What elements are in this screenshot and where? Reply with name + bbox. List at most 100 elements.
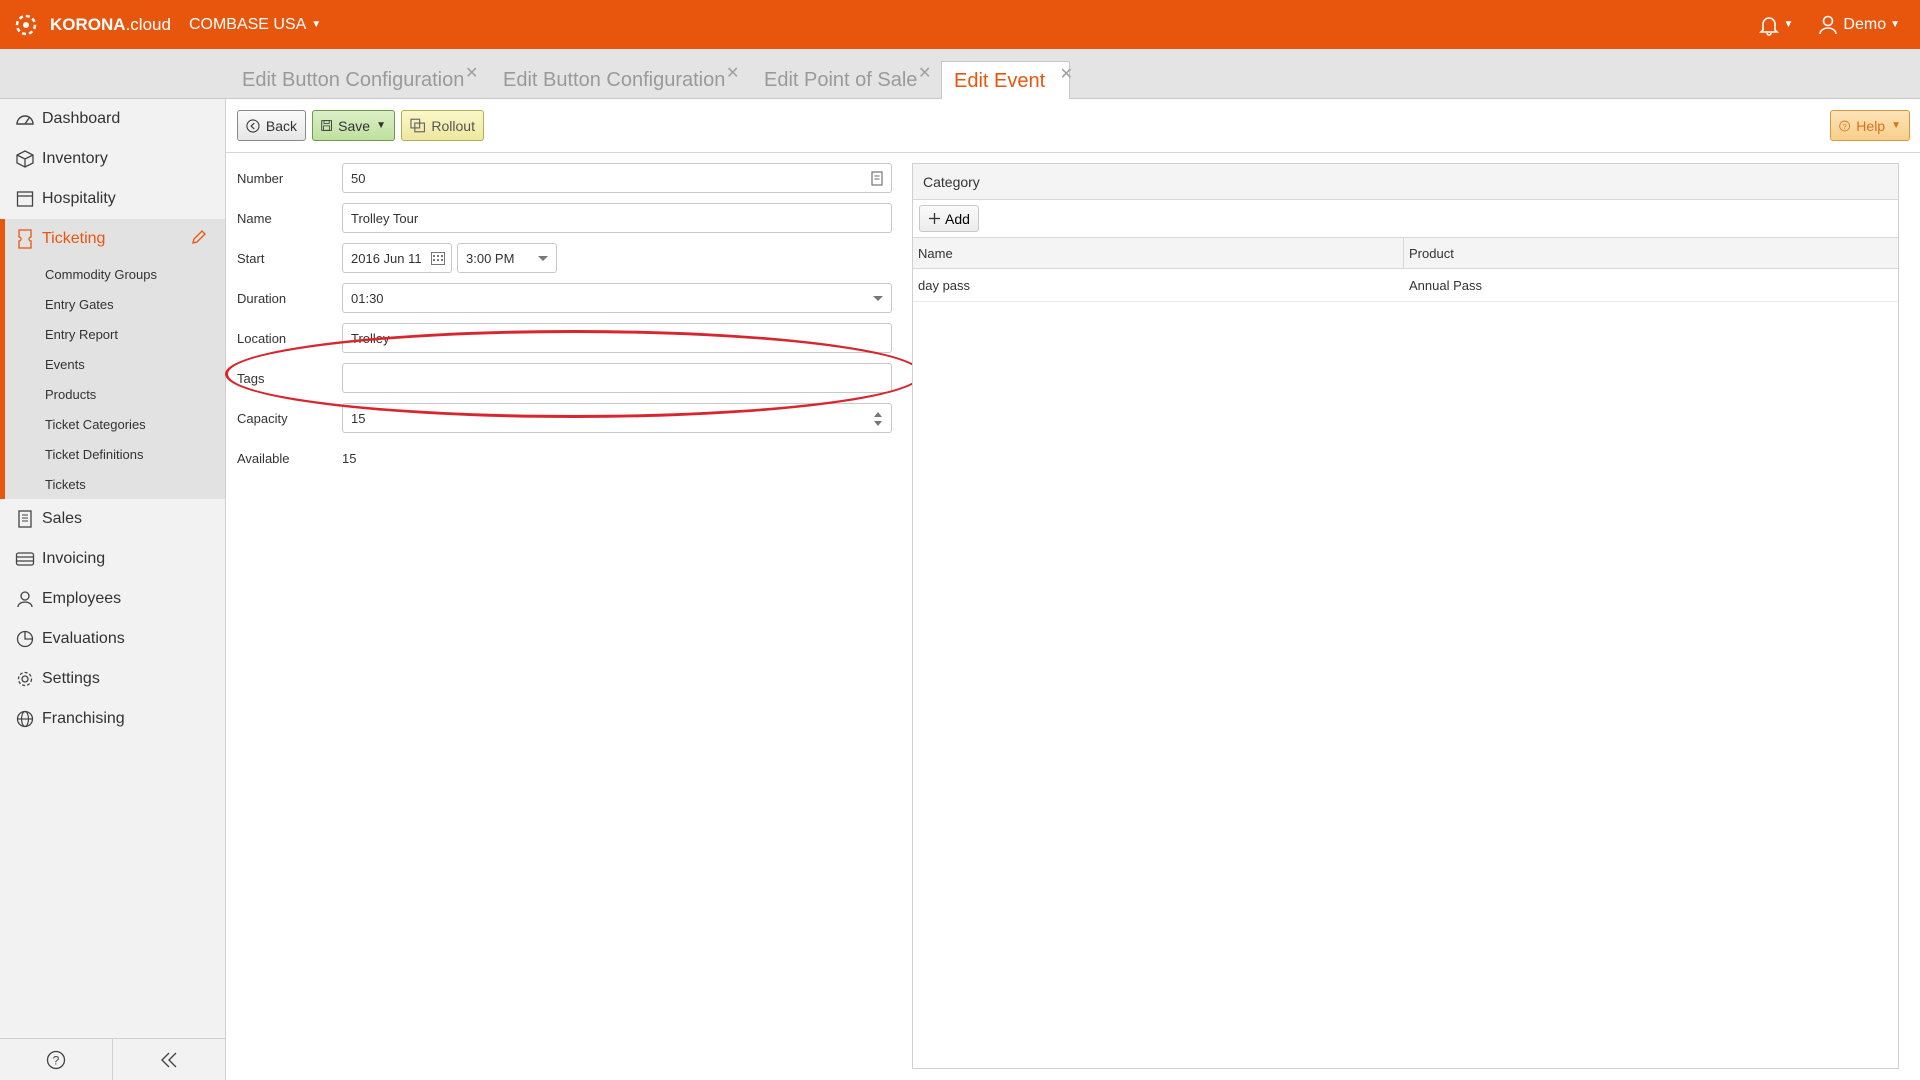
cell-product: Annual Pass <box>1409 277 1482 293</box>
close-icon[interactable]: ✕ <box>918 63 931 83</box>
capacity-value: 15 <box>351 410 366 426</box>
company-selector[interactable]: COMBASE USA ▼ <box>189 16 321 34</box>
tab-edit-point-of-sale[interactable]: Edit Point of Sale ✕ <box>752 61 931 99</box>
sidebar-subitem-ticket-categories[interactable]: Ticket Categories <box>5 409 225 439</box>
capacity-row: Capacity 15 <box>237 403 893 433</box>
tab-label: Edit Button Configuration <box>242 69 465 91</box>
save-button[interactable]: Save ▼ <box>312 110 395 141</box>
user-menu[interactable]: Demo ▼ <box>1817 14 1900 36</box>
sidebar-subitem-commodity-groups[interactable]: Commodity Groups <box>5 259 225 289</box>
user-name: Demo <box>1843 15 1887 33</box>
tags-label: Tags <box>237 371 265 386</box>
column-header-name[interactable]: Name <box>913 238 1404 268</box>
category-toolbar: Add <box>913 200 1898 238</box>
location-label: Location <box>237 331 287 346</box>
sidebar-item-hospitality[interactable]: Hospitality <box>0 179 225 219</box>
sidebar: Dashboard Inventory Hospitality Ticketin… <box>0 99 226 1080</box>
category-table-header: Name Product <box>913 238 1898 269</box>
chevron-down-icon <box>873 296 883 301</box>
table-row[interactable]: day pass Annual Pass <box>913 269 1898 302</box>
capacity-stepper[interactable]: 15 <box>342 403 892 433</box>
sidebar-subitem-tickets[interactable]: Tickets <box>5 469 225 499</box>
gear-icon <box>14 668 36 690</box>
sidebar-item-settings[interactable]: Settings <box>0 659 225 699</box>
close-icon[interactable]: ✕ <box>726 63 739 83</box>
back-button[interactable]: Back <box>237 110 306 141</box>
tab-strip: Edit Button Configuration ✕ Edit Button … <box>0 49 1920 100</box>
question-icon: ? <box>46 1050 66 1069</box>
sidebar-item-label: Ticketing <box>42 230 106 247</box>
number-field[interactable]: 50 <box>342 163 892 193</box>
sidebar-item-dashboard[interactable]: Dashboard <box>0 99 225 139</box>
number-value: 50 <box>351 170 366 186</box>
start-time-select[interactable]: 3:00 PM <box>457 243 557 273</box>
box-icon <box>14 148 36 170</box>
sidebar-item-evaluations[interactable]: Evaluations <box>0 619 225 659</box>
close-icon[interactable]: ✕ <box>1060 64 1073 84</box>
user-icon <box>1819 15 1838 34</box>
ticket-icon <box>14 228 36 250</box>
location-field[interactable]: Trolley <box>342 323 892 353</box>
bell-icon <box>1758 16 1779 36</box>
chevron-down-icon: ▼ <box>311 19 322 30</box>
name-value: Trolley Tour <box>351 210 419 226</box>
sidebar-item-label: Invoicing <box>42 550 106 567</box>
column-header-product[interactable]: Product <box>1404 238 1898 268</box>
chevron-down-icon[interactable]: ▼ <box>376 120 386 131</box>
hospitality-icon <box>14 188 36 210</box>
tab-label: Edit Point of Sale <box>764 69 918 91</box>
sidebar-subitem-ticket-definitions[interactable]: Ticket Definitions <box>5 439 225 469</box>
sidebar-item-ticketing[interactable]: Ticketing <box>0 219 225 259</box>
collapse-sidebar-button[interactable] <box>113 1039 225 1080</box>
calendar-icon[interactable] <box>431 252 445 268</box>
tags-field[interactable] <box>342 363 892 393</box>
tab-label: Edit Button Configuration <box>503 69 726 91</box>
sidebar-subitem-events[interactable]: Events <box>5 349 225 379</box>
company-name: COMBASE USA <box>188 15 307 33</box>
pencil-icon[interactable] <box>191 229 207 250</box>
duration-select[interactable]: 01:30 <box>342 283 892 313</box>
name-label: Name <box>237 211 272 226</box>
dashboard-icon <box>14 108 36 130</box>
close-icon[interactable]: ✕ <box>465 63 478 83</box>
sidebar-item-label: Sales <box>42 510 83 527</box>
question-icon: ? <box>1839 120 1851 131</box>
tab-edit-button-configuration-1[interactable]: Edit Button Configuration ✕ <box>230 61 478 99</box>
stepper-arrows-icon[interactable] <box>873 411 883 430</box>
rollout-button[interactable]: Rollout <box>401 110 484 141</box>
start-row: Start 2016 Jun 11 3:00 PM <box>237 243 893 273</box>
sidebar-item-sales[interactable]: Sales <box>0 499 225 539</box>
sidebar-item-franchising[interactable]: Franchising <box>0 699 225 739</box>
back-label: Back <box>265 117 297 134</box>
document-icon[interactable] <box>871 171 883 189</box>
tab-edit-event[interactable]: Edit Event ✕ <box>941 61 1073 100</box>
cell-name: day pass <box>918 277 971 293</box>
globe-icon <box>14 708 36 730</box>
korona-logo[interactable]: KORONA.cloud <box>8 0 171 49</box>
sidebar-subitem-products[interactable]: Products <box>5 379 225 409</box>
sidebar-item-inventory[interactable]: Inventory <box>0 139 225 179</box>
sidebar-footer: ? <box>0 1038 225 1080</box>
sidebar-item-label: Employees <box>42 590 122 607</box>
help-label: Help <box>1856 117 1886 134</box>
name-field[interactable]: Trolley Tour <box>342 203 892 233</box>
start-date-field[interactable]: 2016 Jun 11 <box>342 243 452 273</box>
tab-edit-button-configuration-2[interactable]: Edit Button Configuration ✕ <box>491 61 739 99</box>
sidebar-subitem-entry-gates[interactable]: Entry Gates <box>5 289 225 319</box>
logo-light: .cloud <box>125 14 171 34</box>
start-label: Start <box>237 251 265 266</box>
ticketing-submenu: Commodity Groups Entry Gates Entry Repor… <box>0 259 225 499</box>
logo-icon <box>15 14 37 35</box>
available-label: Available <box>237 451 290 466</box>
notifications-menu[interactable]: ▼ <box>1758 14 1793 36</box>
receipt-icon <box>14 508 36 530</box>
help-menu-button[interactable]: ? Help ▼ <box>1830 110 1910 141</box>
sidebar-item-employees[interactable]: Employees <box>0 579 225 619</box>
sidebar-subitem-entry-report[interactable]: Entry Report <box>5 319 225 349</box>
add-category-button[interactable]: Add <box>919 205 979 232</box>
duration-value: 01:30 <box>351 290 384 306</box>
sidebar-item-invoicing[interactable]: Invoicing <box>0 539 225 579</box>
rollout-label: Rollout <box>431 117 475 134</box>
help-button[interactable]: ? <box>0 1039 113 1080</box>
top-bar: KORONA.cloud COMBASE USA ▼ ▼ Demo ▼ <box>0 0 1920 49</box>
